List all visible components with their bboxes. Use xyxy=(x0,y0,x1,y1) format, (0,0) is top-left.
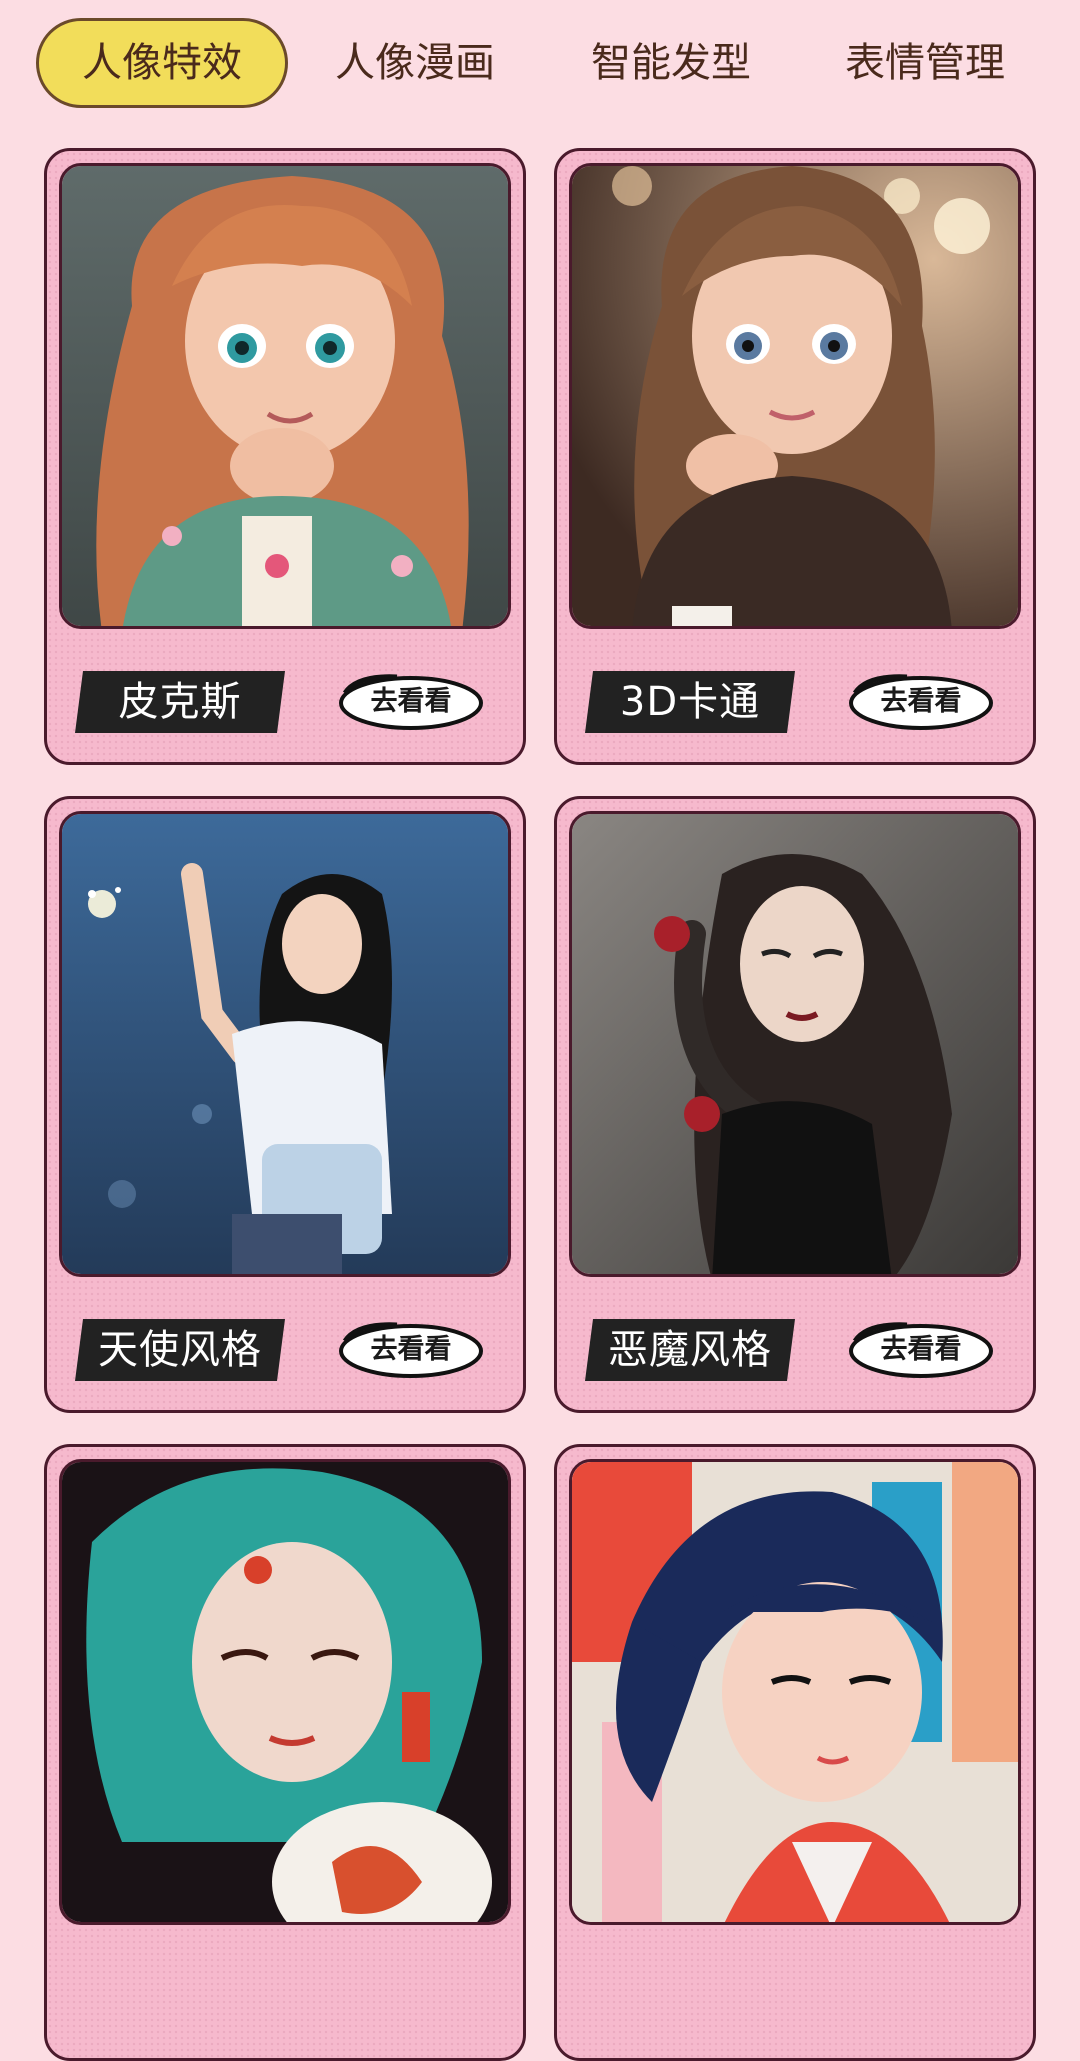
preview-image xyxy=(59,1459,511,1925)
effect-card-devil[interactable]: 恶魔风格 去看看 xyxy=(554,796,1036,1413)
category-tabs: 人像特效 人像漫画 智能发型 表情管理 xyxy=(0,0,1080,130)
view-button[interactable]: 去看看 xyxy=(847,1319,995,1381)
effect-name-label: 天使风格 xyxy=(75,1319,285,1381)
effect-card-pixar[interactable]: 皮克斯 去看看 xyxy=(44,148,526,765)
view-button[interactable]: 去看看 xyxy=(337,1319,485,1381)
view-button-label: 去看看 xyxy=(370,1334,452,1365)
view-button[interactable]: 去看看 xyxy=(337,671,485,733)
preview-image xyxy=(59,811,511,1277)
view-button-label: 去看看 xyxy=(880,1334,962,1365)
preview-image xyxy=(569,163,1021,629)
tab-portrait-effects[interactable]: 人像特效 xyxy=(36,18,288,108)
effect-card-5[interactable] xyxy=(44,1444,526,2061)
effect-card-3d-cartoon[interactable]: 3D卡通 去看看 xyxy=(554,148,1036,765)
preview-image xyxy=(59,163,511,629)
effect-card-angel[interactable]: 天使风格 去看看 xyxy=(44,796,526,1413)
effect-card-6[interactable] xyxy=(554,1444,1036,2061)
view-button-label: 去看看 xyxy=(880,686,962,717)
effect-name-label: 皮克斯 xyxy=(75,671,285,733)
effect-name-label: 恶魔风格 xyxy=(585,1319,795,1381)
tab-portrait-comic[interactable]: 人像漫画 xyxy=(320,18,510,108)
effect-name-label: 3D卡通 xyxy=(585,671,795,733)
preview-image xyxy=(569,811,1021,1277)
tab-expression[interactable]: 表情管理 xyxy=(830,18,1020,108)
view-button[interactable]: 去看看 xyxy=(847,671,995,733)
preview-image xyxy=(569,1459,1021,1925)
view-button-label: 去看看 xyxy=(370,686,452,717)
tab-smart-hairstyle[interactable]: 智能发型 xyxy=(576,18,766,108)
